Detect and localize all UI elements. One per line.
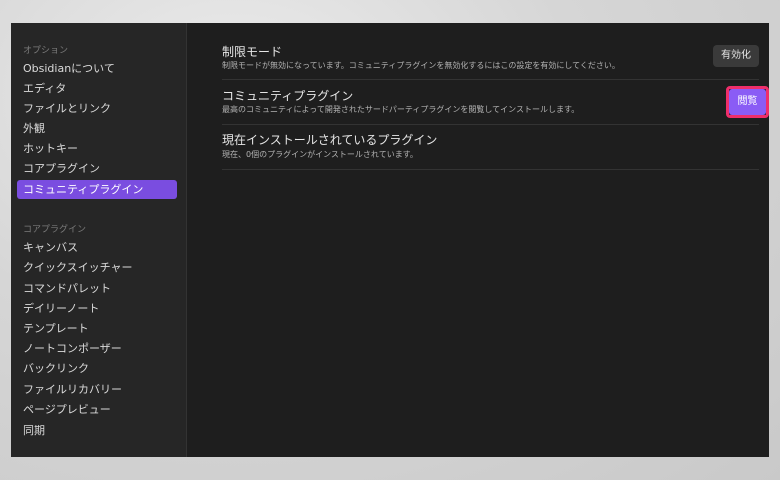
- sidebar-item-community-plugins[interactable]: コミュニティプラグイン: [17, 180, 177, 199]
- sidebar-item-core-plugins[interactable]: コアプラグイン: [17, 159, 177, 178]
- enable-button[interactable]: 有効化: [713, 45, 759, 67]
- sidebar-item-templates[interactable]: テンプレート: [17, 319, 177, 338]
- setting-restricted-mode: 制限モード 制限モードが無効になっています。コミュニティプラグインを無効化するに…: [222, 37, 759, 80]
- setting-name: 現在インストールされているプラグイン: [222, 133, 438, 147]
- settings-window: オプション Obsidianについて エディタ ファイルとリンク 外観 ホットキ…: [11, 23, 769, 457]
- sidebar-item-command-palette[interactable]: コマンドパレット: [17, 279, 177, 298]
- sidebar-item-about[interactable]: Obsidianについて: [17, 59, 177, 78]
- sidebar-item-sync[interactable]: 同期: [17, 421, 177, 440]
- section-title-core-plugins: コアプラグイン: [23, 225, 87, 235]
- settings-content: 制限モード 制限モードが無効になっています。コミュニティプラグインを無効化するに…: [187, 23, 769, 457]
- sidebar-item-files-links[interactable]: ファイルとリンク: [17, 99, 177, 118]
- setting-description: 現在、0個のプラグインがインストールされています。: [222, 150, 418, 159]
- setting-description: 最高のコミュニティによって開発されたサードパーティプラグインを閲覧してインストー…: [222, 105, 580, 114]
- sidebar-item-file-recovery[interactable]: ファイルリカバリー: [17, 380, 177, 399]
- sidebar-item-hotkeys[interactable]: ホットキー: [17, 139, 177, 158]
- sidebar-item-page-preview[interactable]: ページプレビュー: [17, 400, 177, 419]
- setting-name: 制限モード: [222, 45, 283, 59]
- browse-button[interactable]: 閲覧: [729, 89, 766, 115]
- section-title-options: オプション: [23, 46, 69, 56]
- sidebar-item-editor[interactable]: エディタ: [17, 79, 177, 98]
- sidebar-item-backlinks[interactable]: バックリンク: [17, 359, 177, 378]
- sidebar-item-note-composer[interactable]: ノートコンポーザー: [17, 339, 177, 358]
- sidebar-item-canvas[interactable]: キャンバス: [17, 238, 177, 257]
- sidebar-item-daily-notes[interactable]: デイリーノート: [17, 299, 177, 318]
- setting-name: コミュニティプラグイン: [222, 89, 354, 103]
- setting-description: 制限モードが無効になっています。コミュニティプラグインを無効化するにはこの設定を…: [222, 61, 620, 70]
- sidebar-item-appearance[interactable]: 外観: [17, 119, 177, 138]
- sidebar-item-quick-switcher[interactable]: クイックスイッチャー: [17, 258, 177, 277]
- settings-sidebar: オプション Obsidianについて エディタ ファイルとリンク 外観 ホットキ…: [11, 23, 187, 457]
- setting-community-plugins: コミュニティプラグイン 最高のコミュニティによって開発されたサードパーティプラグ…: [222, 80, 759, 125]
- setting-installed-plugins: 現在インストールされているプラグイン 現在、0個のプラグインがインストールされて…: [222, 125, 759, 170]
